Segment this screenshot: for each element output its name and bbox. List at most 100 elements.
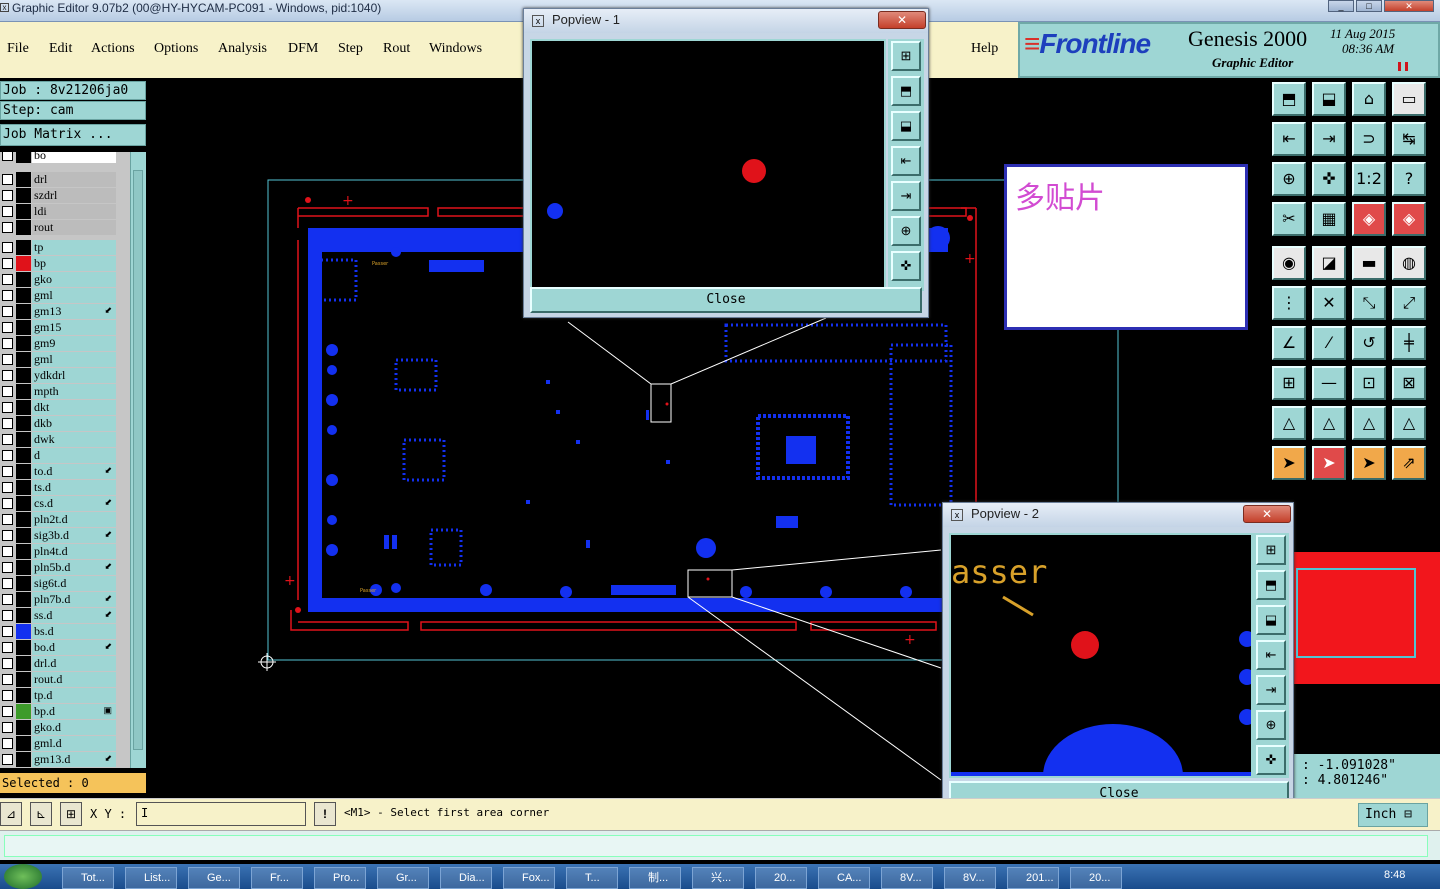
layer-checkbox[interactable]	[2, 530, 13, 541]
layer-color-swatch[interactable]	[16, 384, 31, 399]
layer-row[interactable]: to.d ⬋	[0, 464, 116, 479]
layer-color-swatch[interactable]	[16, 256, 31, 271]
layer-row[interactable]: cs.d ⬋	[0, 496, 116, 511]
layer-checkbox[interactable]	[2, 546, 13, 557]
layer-checkbox[interactable]	[2, 206, 13, 217]
tool-button[interactable]: ⊃	[1352, 122, 1386, 156]
grid-icon[interactable]: ⊞	[60, 802, 82, 826]
layer-color-swatch[interactable]	[16, 608, 31, 623]
pan-left-icon[interactable]: ⇤	[891, 146, 921, 176]
layer-row[interactable]: pln7b.d ⬋	[0, 592, 116, 607]
tool-button[interactable]: △	[1272, 406, 1306, 440]
layer-row[interactable]: mpth	[0, 384, 116, 399]
layer-color-swatch[interactable]	[16, 464, 31, 479]
tool-button[interactable]: ∠	[1272, 326, 1306, 360]
taskbar-item[interactable]: 201...	[1007, 867, 1059, 889]
tool-button[interactable]: ↹	[1392, 122, 1426, 156]
start-button[interactable]	[4, 864, 42, 889]
layer-color-swatch[interactable]	[16, 336, 31, 351]
layer-checkbox[interactable]	[2, 674, 13, 685]
units-selector[interactable]: Inch ⊟	[1358, 803, 1428, 827]
measure-icon[interactable]: ⊾	[30, 802, 52, 826]
layer-row[interactable]: bp.d ▣	[0, 704, 116, 719]
layer-checkbox[interactable]	[2, 466, 13, 477]
layer-checkbox[interactable]	[2, 722, 13, 733]
tool-button[interactable]: ⊠	[1392, 366, 1426, 400]
tool-button[interactable]: ▦	[1312, 202, 1346, 236]
tool-button[interactable]: ?	[1392, 162, 1426, 196]
layer-row[interactable]: bo	[0, 152, 116, 163]
layer-row[interactable]: rout.d	[0, 672, 116, 687]
layer-row[interactable]: ts.d	[0, 480, 116, 495]
layer-checkbox[interactable]	[2, 482, 13, 493]
menu-rout[interactable]: Rout	[383, 41, 410, 57]
command-line[interactable]	[4, 835, 1428, 857]
popview-2-close-x[interactable]: ✕	[1243, 505, 1291, 523]
alert-icon[interactable]: !	[314, 802, 336, 826]
layer-checkbox[interactable]	[2, 306, 13, 317]
layer-checkbox[interactable]	[2, 738, 13, 749]
layer-checkbox[interactable]	[2, 152, 13, 161]
pan-up-icon[interactable]: ⬒	[1256, 570, 1286, 600]
tool-button[interactable]: ⁄	[1312, 326, 1346, 360]
tool-button[interactable]: ⌂	[1352, 82, 1386, 116]
tool-button[interactable]: △	[1392, 406, 1426, 440]
layer-color-swatch[interactable]	[16, 656, 31, 671]
layer-checkbox[interactable]	[2, 690, 13, 701]
layer-checkbox[interactable]	[2, 610, 13, 621]
layer-color-swatch[interactable]	[16, 720, 31, 735]
tool-button[interactable]: △	[1352, 406, 1386, 440]
layer-checkbox[interactable]	[2, 498, 13, 509]
tool-button[interactable]: △	[1312, 406, 1346, 440]
tool-button[interactable]: ◈	[1392, 202, 1426, 236]
layer-color-swatch[interactable]	[16, 352, 31, 367]
layer-row[interactable]: gml	[0, 352, 116, 367]
taskbar-item[interactable]: Ge...	[188, 867, 240, 889]
layer-color-swatch[interactable]	[16, 672, 31, 687]
layer-checkbox[interactable]	[2, 514, 13, 525]
taskbar-item[interactable]: Gr...	[377, 867, 429, 889]
tool-button[interactable]: ✜	[1312, 162, 1346, 196]
layer-row[interactable]: gm13.d ⬋	[0, 752, 116, 767]
xy-input[interactable]: I	[136, 802, 306, 826]
pan-right-icon[interactable]: ⇥	[1256, 675, 1286, 705]
tool-button[interactable]: ➤	[1272, 446, 1306, 480]
layer-row[interactable]: gml	[0, 288, 116, 303]
layer-checkbox[interactable]	[2, 322, 13, 333]
tool-button[interactable]: ◉	[1272, 246, 1306, 280]
layer-checkbox[interactable]	[2, 450, 13, 461]
layer-checkbox[interactable]	[2, 626, 13, 637]
layer-checkbox[interactable]	[2, 258, 13, 269]
layer-color-swatch[interactable]	[16, 592, 31, 607]
taskbar-item[interactable]: 20...	[755, 867, 807, 889]
tool-button[interactable]: ➤	[1352, 446, 1386, 480]
layer-row[interactable]: rout	[0, 220, 116, 235]
pan-down-icon[interactable]: ⬓	[1256, 605, 1286, 635]
layer-row[interactable]: bp	[0, 256, 116, 271]
center-icon[interactable]: ✜	[891, 251, 921, 281]
tool-button[interactable]: ⊕	[1272, 162, 1306, 196]
layer-checkbox[interactable]	[2, 754, 13, 765]
layer-row[interactable]: pln4t.d	[0, 544, 116, 559]
taskbar-item[interactable]: Fr...	[251, 867, 303, 889]
layer-color-swatch[interactable]	[16, 400, 31, 415]
taskbar-item[interactable]: Fox...	[503, 867, 555, 889]
taskbar-item[interactable]: 兴...	[692, 867, 744, 889]
layer-checkbox[interactable]	[2, 642, 13, 653]
layer-color-swatch[interactable]	[16, 152, 31, 163]
zoom-in-icon[interactable]: ⊞	[891, 41, 921, 71]
layer-color-swatch[interactable]	[16, 240, 31, 255]
menu-options[interactable]: Options	[154, 41, 198, 57]
layer-row[interactable]: pln2t.d	[0, 512, 116, 527]
menu-actions[interactable]: Actions	[91, 41, 135, 57]
layer-row[interactable]: gko	[0, 272, 116, 287]
layer-checkbox[interactable]	[2, 190, 13, 201]
layer-color-swatch[interactable]	[16, 560, 31, 575]
pan-left-icon[interactable]: ⇤	[1256, 640, 1286, 670]
tool-button[interactable]: ↺	[1352, 326, 1386, 360]
layer-row[interactable]: szdrl	[0, 188, 116, 203]
layer-color-swatch[interactable]	[16, 204, 31, 219]
taskbar-item[interactable]: Pro...	[314, 867, 366, 889]
fit-icon[interactable]: ⊕	[891, 216, 921, 246]
tool-button[interactable]: ◪	[1312, 246, 1346, 280]
